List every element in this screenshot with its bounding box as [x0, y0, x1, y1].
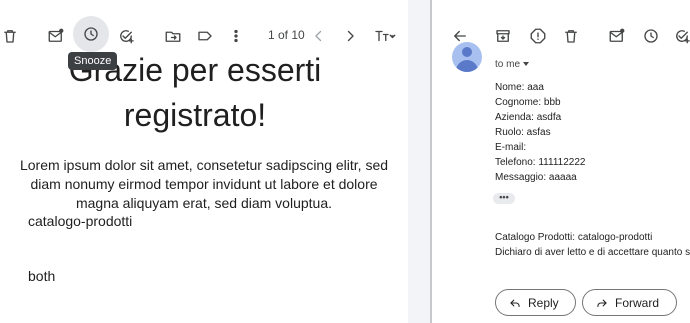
reply-icon: [510, 299, 520, 307]
field-ruolo: Ruolo: asfas: [495, 127, 551, 138]
email-title-line-1: Grazie per esserti: [68, 52, 322, 88]
mark-unread-icon[interactable]: [44, 24, 68, 48]
pager-count: 1 of 10: [268, 28, 305, 42]
avatar-body: [456, 60, 478, 72]
right-email-pane: to me Nome: aaa Cognome: bbb Azienda: as…: [432, 0, 690, 323]
add-task-icon[interactable]: [670, 24, 690, 48]
snooze-tooltip: Snooze: [68, 52, 118, 70]
field-azienda: Azienda: asdfa: [495, 112, 562, 123]
recipient-label: to me: [495, 59, 521, 70]
delete-icon[interactable]: [0, 24, 22, 48]
recipient-details[interactable]: to me: [495, 59, 530, 70]
pane-gap: [408, 0, 430, 323]
chevron-left-icon[interactable]: [307, 24, 331, 48]
catalog-line: Catalogo Prodotti: catalogo-prodotti: [495, 232, 653, 243]
consent-line: Dichiaro di aver letto e di accettare qu…: [495, 247, 690, 258]
forward-button[interactable]: Forward: [582, 289, 677, 316]
delete-icon[interactable]: [559, 24, 583, 48]
reply-button[interactable]: Reply: [495, 289, 576, 316]
mark-unread-icon[interactable]: [605, 24, 629, 48]
left-email-pane: 1 of 10 Grazie per esserti Snooze regist…: [0, 0, 408, 323]
avatar-head: [462, 47, 472, 57]
field-messaggio: Messaggio: aaaaa: [495, 172, 577, 183]
more-icon[interactable]: [224, 24, 248, 48]
both-text: both: [28, 268, 56, 284]
sender-avatar[interactable]: [452, 42, 482, 72]
report-spam-icon[interactable]: [526, 24, 550, 48]
add-task-icon[interactable]: [114, 24, 138, 48]
move-to-icon[interactable]: [161, 24, 185, 48]
chevron-right-icon[interactable]: [338, 24, 362, 48]
snooze-icon[interactable]: [79, 22, 103, 46]
field-cognome: Cognome: bbb: [495, 97, 561, 108]
forward-icon: [597, 299, 607, 307]
lorem-line-2: diam nonumy eirmod tempor invidunt ut la…: [30, 176, 378, 192]
reply-label: Reply: [528, 295, 559, 310]
email-title-line-2: registrato!: [123, 97, 267, 133]
field-telefono: Telefono: 111112222: [495, 157, 586, 168]
label-icon[interactable]: [193, 24, 217, 48]
archive-icon[interactable]: [491, 24, 515, 48]
lorem-line-3: magna aliquyam erat, sed diam voluptua.: [75, 195, 333, 211]
field-email: E-mail:: [495, 142, 527, 153]
input-tools-icon[interactable]: [368, 24, 402, 48]
lorem-line-1: Lorem ipsum dolor sit amet, consetetur s…: [19, 157, 389, 173]
field-nome: Nome: aaa: [495, 82, 544, 93]
catalog-text: catalogo-prodotti: [28, 213, 133, 229]
snooze-icon[interactable]: [639, 24, 663, 48]
chevron-down-icon[interactable]: [523, 62, 530, 67]
show-trimmed-content-button[interactable]: •••: [493, 193, 515, 204]
forward-label: Forward: [615, 295, 660, 310]
